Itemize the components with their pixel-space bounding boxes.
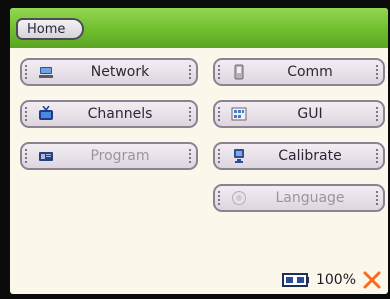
language-label: Language: [275, 190, 345, 206]
comm-button[interactable]: Comm: [213, 58, 385, 86]
channels-label: Channels: [87, 106, 153, 122]
status-bar: 100%: [281, 270, 382, 290]
channels-button[interactable]: Channels: [20, 100, 198, 128]
network-button[interactable]: Network: [20, 58, 198, 86]
comm-icon: [234, 64, 244, 80]
network-icon: [39, 67, 53, 78]
close-icon[interactable]: [362, 270, 382, 290]
battery-percent: 100%: [315, 272, 356, 288]
language-button[interactable]: Language: [213, 184, 385, 212]
grid-icon: [231, 107, 247, 121]
home-button[interactable]: Home: [16, 18, 84, 40]
network-label: Network: [90, 64, 150, 80]
battery-icon: [281, 273, 309, 287]
calibrate-label: Calibrate: [278, 148, 342, 164]
program-icon: [39, 152, 53, 161]
gui-label: GUI: [297, 106, 323, 122]
comm-label: Comm: [287, 64, 333, 80]
program-label: Program: [90, 148, 150, 164]
language-icon: [232, 191, 246, 205]
home-button-label: Home: [27, 21, 66, 37]
gui-button[interactable]: GUI: [213, 100, 385, 128]
top-bar: Home: [10, 8, 388, 48]
device-screen: Home Network Channels Program Comm GUI C…: [10, 8, 388, 294]
program-button[interactable]: Program: [20, 142, 198, 170]
calibrate-icon: [234, 149, 244, 163]
tv-icon: [39, 106, 53, 120]
calibrate-button[interactable]: Calibrate: [213, 142, 385, 170]
